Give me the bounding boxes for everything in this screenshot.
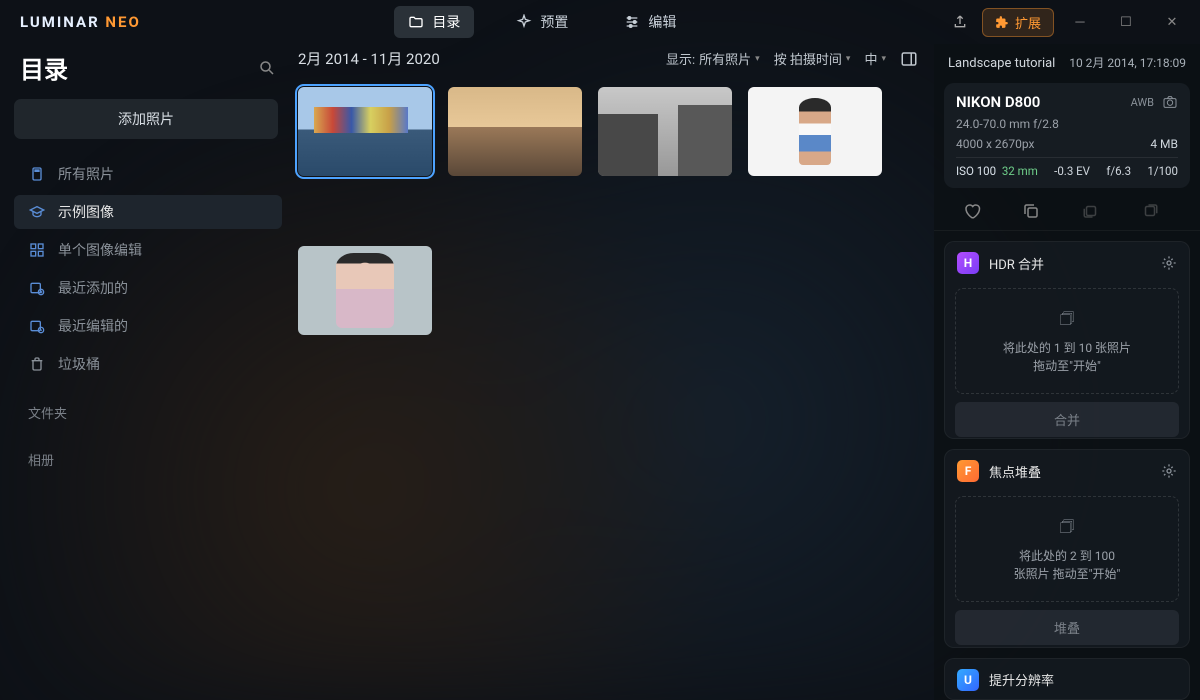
right-panel: Landscape tutorial 10 2月 2014, 17:18:09 …: [934, 44, 1200, 700]
search-icon: [258, 59, 276, 77]
nav-single-edit[interactable]: 单个图像编辑: [14, 233, 282, 267]
aperture: f/6.3: [1106, 164, 1131, 178]
nav-all-photos[interactable]: 所有照片: [14, 157, 282, 191]
hdr-merge-button[interactable]: 合并: [955, 402, 1179, 437]
nav-recent-edited[interactable]: 最近编辑的: [14, 309, 282, 343]
main-content: 2月 2014 - 11月 2020 显示: 所有照片 ▾ 按 拍摄时间 ▾ 中…: [290, 44, 934, 700]
dimensions: 4000 x 2670px: [956, 137, 1034, 151]
section-folders[interactable]: 文件夹: [14, 385, 282, 428]
nav-recent-added[interactable]: 最近添加的: [14, 271, 282, 305]
recent-add-icon: [28, 279, 46, 297]
camera-model: NIKON D800: [956, 93, 1040, 111]
trash-icon: [28, 355, 46, 373]
nav-trash[interactable]: 垃圾桶: [14, 347, 282, 381]
camera-icon: [1162, 94, 1178, 110]
share-button[interactable]: [944, 8, 976, 36]
sparkle-icon: [516, 14, 532, 30]
chevron-down-icon: ▾: [846, 54, 851, 64]
hdr-settings-button[interactable]: [1161, 255, 1177, 271]
photo-thumbnail[interactable]: [298, 87, 432, 176]
folder-icon: [408, 14, 424, 30]
toolbar: 2月 2014 - 11月 2020 显示: 所有照片 ▾ 按 拍摄时间 ▾ 中…: [290, 44, 934, 79]
recent-edit-icon: [28, 317, 46, 335]
focus-badge-icon: F: [957, 460, 979, 482]
images-icon: 🗇: [966, 307, 1168, 331]
stack-next-icon: [1141, 202, 1159, 220]
sidebar-title: 目录: [20, 50, 68, 85]
app-logo: LUMINAR NEO: [20, 13, 141, 31]
filter-show[interactable]: 显示: 所有照片 ▾: [666, 49, 760, 68]
panel-hdr: H HDR 合并 🗇 将此处的 1 到 10 张照片 拖动至"开始" 合并: [944, 241, 1190, 439]
tab-edit[interactable]: 编辑: [610, 6, 690, 38]
photo-thumbnail[interactable]: [748, 87, 882, 176]
filesize: 4 MB: [1150, 137, 1178, 151]
graduation-icon: [28, 203, 46, 221]
hdr-badge-icon: H: [957, 252, 979, 274]
copy-icon: [1022, 202, 1040, 220]
favorite-button[interactable]: [963, 202, 993, 220]
awb-label: AWB: [1131, 96, 1154, 109]
window-minimize[interactable]: ─: [1060, 8, 1100, 36]
prev-button[interactable]: [1082, 202, 1112, 220]
size-dropdown[interactable]: 中 ▾: [864, 49, 886, 68]
section-albums[interactable]: 相册: [14, 432, 282, 475]
puzzle-icon: [995, 15, 1009, 29]
grid-icon: [28, 241, 46, 259]
heart-icon: [963, 202, 981, 220]
view-mode-button[interactable]: [900, 50, 918, 68]
photo-filename: Landscape tutorial: [948, 56, 1063, 71]
sort-dropdown[interactable]: 按 拍摄时间 ▾: [774, 49, 851, 68]
tab-catalog[interactable]: 目录: [394, 6, 474, 38]
add-photos-button[interactable]: 添加照片: [14, 99, 278, 139]
panel-upscale: U 提升分辨率: [944, 658, 1190, 700]
photo-thumbnail[interactable]: [598, 87, 732, 176]
sliders-icon: [624, 14, 640, 30]
date-range[interactable]: 2月 2014 - 11月 2020: [298, 48, 440, 69]
images-icon: 🗇: [966, 515, 1168, 539]
window-close[interactable]: ✕: [1152, 8, 1192, 36]
photos-icon: [28, 165, 46, 183]
photo-grid: [298, 87, 934, 176]
photo-thumbnail[interactable]: [298, 246, 432, 335]
gear-icon: [1161, 463, 1177, 479]
next-button[interactable]: [1141, 202, 1171, 220]
photo-datetime: 10 2月 2014, 17:18:09: [1069, 54, 1186, 71]
stack-prev-icon: [1082, 202, 1100, 220]
panel-focus: F 焦点堆叠 🗇 将此处的 2 到 100 张照片 拖动至"开始" 堆叠: [944, 449, 1190, 647]
gear-icon: [1161, 255, 1177, 271]
shutter-speed: 1/100: [1147, 164, 1178, 178]
chevron-down-icon: ▾: [755, 54, 760, 64]
metadata-card: NIKON D800 AWB 24.0-70.0 mm f/2.8 4000 x…: [944, 83, 1190, 188]
layout-icon: [900, 50, 918, 68]
photo-thumbnail[interactable]: [448, 87, 582, 176]
focus-drop-zone[interactable]: 🗇 将此处的 2 到 100 张照片 拖动至"开始": [955, 496, 1179, 602]
sidebar: 目录 添加照片 所有照片 示例图像 单个图像编辑 最近添加的: [0, 44, 290, 700]
focus-settings-button[interactable]: [1161, 463, 1177, 479]
search-button[interactable]: [258, 59, 276, 77]
focus-stack-button[interactable]: 堆叠: [955, 610, 1179, 645]
exposure-value: -0.3 EV: [1054, 164, 1090, 178]
lens-info: 24.0-70.0 mm f/2.8: [956, 117, 1178, 131]
tab-presets[interactable]: 预置: [502, 6, 582, 38]
share-icon: [952, 14, 968, 30]
upscale-badge-icon: U: [957, 669, 979, 691]
extensions-button[interactable]: 扩展: [982, 8, 1054, 37]
copy-button[interactable]: [1022, 202, 1052, 220]
hdr-drop-zone[interactable]: 🗇 将此处的 1 到 10 张照片 拖动至"开始": [955, 288, 1179, 394]
chevron-down-icon: ▾: [881, 54, 886, 64]
nav-sample-images[interactable]: 示例图像: [14, 195, 282, 229]
titlebar: LUMINAR NEO 目录 预置 编辑 扩展 ─: [0, 0, 1200, 44]
window-maximize[interactable]: ☐: [1106, 8, 1146, 36]
